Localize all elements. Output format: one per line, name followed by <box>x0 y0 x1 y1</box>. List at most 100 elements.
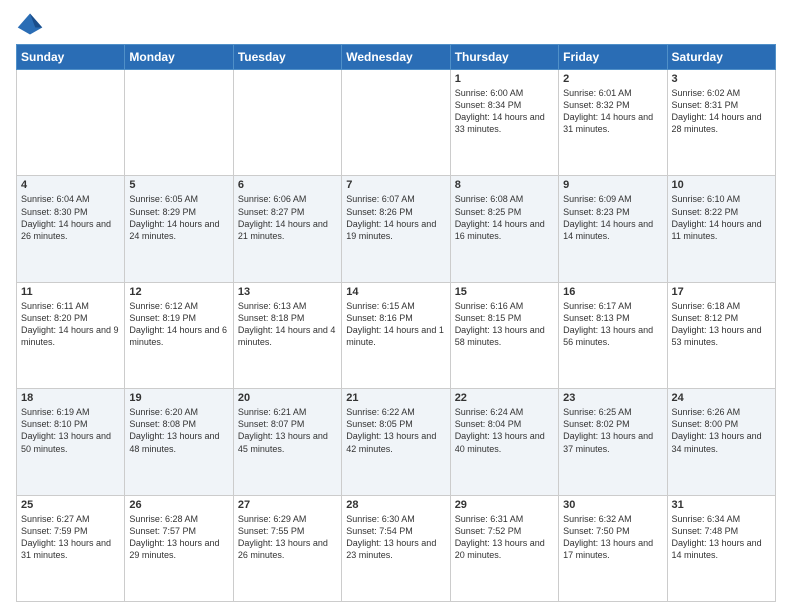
cell-info: Sunrise: 6:12 AM Sunset: 8:19 PM Dayligh… <box>129 300 228 349</box>
cell-day-number: 5 <box>129 179 228 191</box>
calendar-cell: 19Sunrise: 6:20 AM Sunset: 8:08 PM Dayli… <box>125 389 233 495</box>
cell-day-number: 21 <box>346 392 445 404</box>
cell-day-number: 19 <box>129 392 228 404</box>
calendar-cell: 3 Sunrise: 6:02 AM Sunset: 8:31 PM Daylig… <box>667 70 775 176</box>
calendar-cell: 29 Sunrise: 6:31 AM Sunset: 7:52 PM Dayli… <box>450 495 558 601</box>
cell-day-number: 4 <box>21 179 120 191</box>
cell-day-number: 22 <box>455 392 554 404</box>
calendar-cell: 11 Sunrise: 6:11 AM Sunset: 8:20 PM Dayli… <box>17 282 125 388</box>
cell-day-number: 28 <box>346 499 445 511</box>
calendar-cell: 26 Sunrise: 6:28 AM Sunset: 7:57 PM Dayli… <box>125 495 233 601</box>
cell-info: Sunrise: 6:00 AM Sunset: 8:34 PM Dayligh… <box>455 87 554 136</box>
calendar-cell: 27 Sunrise: 6:29 AM Sunset: 7:55 PM Dayli… <box>233 495 341 601</box>
calendar-cell: 23 Sunrise: 6:25 AM Sunset: 8:02 PM Dayli… <box>559 389 667 495</box>
cell-day-number: 23 <box>563 392 662 404</box>
cell-day-number: 24 <box>672 392 771 404</box>
cell-info: Sunrise: 6:18 AM Sunset: 8:12 PM Dayligh… <box>672 300 771 349</box>
cell-info: Sunrise: 6:32 AM Sunset: 7:50 PM Dayligh… <box>563 513 662 562</box>
cell-day-number: 29 <box>455 499 554 511</box>
cell-info: Sunrise: 6:34 AM Sunset: 7:48 PM Dayligh… <box>672 513 771 562</box>
weekday-header-thursday: Thursday <box>450 45 558 70</box>
calendar-cell: 2Sunrise: 6:01 AM Sunset: 8:32 PM Daylig… <box>559 70 667 176</box>
cell-day-number: 25 <box>21 499 120 511</box>
cell-info: Sunrise: 6:19 AM Sunset: 8:10 PM Dayligh… <box>21 406 120 455</box>
cell-info: Sunrise: 6:25 AM Sunset: 8:02 PM Dayligh… <box>563 406 662 455</box>
weekday-header-tuesday: Tuesday <box>233 45 341 70</box>
cell-day-number: 8 <box>455 179 554 191</box>
cell-day-number: 7 <box>346 179 445 191</box>
cell-info: Sunrise: 6:26 AM Sunset: 8:00 PM Dayligh… <box>672 406 771 455</box>
calendar-table: SundayMondayTuesdayWednesdayThursdayFrid… <box>16 44 776 602</box>
calendar-cell: 30 Sunrise: 6:32 AM Sunset: 7:50 PM Dayli… <box>559 495 667 601</box>
cell-info: Sunrise: 6:24 AM Sunset: 8:04 PM Dayligh… <box>455 406 554 455</box>
calendar-cell <box>342 70 450 176</box>
weekday-header-saturday: Saturday <box>667 45 775 70</box>
cell-info: Sunrise: 6:09 AM Sunset: 8:23 PM Dayligh… <box>563 193 662 242</box>
calendar-cell: 1Sunrise: 6:00 AM Sunset: 8:34 PM Daylig… <box>450 70 558 176</box>
cell-info: Sunrise: 6:31 AM Sunset: 7:52 PM Dayligh… <box>455 513 554 562</box>
cell-info: Sunrise: 6:04 AM Sunset: 8:30 PM Dayligh… <box>21 193 120 242</box>
calendar-cell: 28 Sunrise: 6:30 AM Sunset: 7:54 PM Dayli… <box>342 495 450 601</box>
cell-day-number: 9 <box>563 179 662 191</box>
cell-day-number: 3 <box>672 73 771 85</box>
calendar-cell: 9 Sunrise: 6:09 AM Sunset: 8:23 PM Daylig… <box>559 176 667 282</box>
header <box>16 10 776 38</box>
calendar-cell: 24 Sunrise: 6:26 AM Sunset: 8:00 PM Dayli… <box>667 389 775 495</box>
cell-info: Sunrise: 6:16 AM Sunset: 8:15 PM Dayligh… <box>455 300 554 349</box>
cell-info: Sunrise: 6:10 AM Sunset: 8:22 PM Dayligh… <box>672 193 771 242</box>
cell-day-number: 10 <box>672 179 771 191</box>
cell-info: Sunrise: 6:13 AM Sunset: 8:18 PM Dayligh… <box>238 300 337 349</box>
cell-info: Sunrise: 6:29 AM Sunset: 7:55 PM Dayligh… <box>238 513 337 562</box>
calendar-cell: 20 Sunrise: 6:21 AM Sunset: 8:07 PM Dayli… <box>233 389 341 495</box>
cell-info: Sunrise: 6:11 AM Sunset: 8:20 PM Dayligh… <box>21 300 120 349</box>
cell-info: Sunrise: 6:15 AM Sunset: 8:16 PM Dayligh… <box>346 300 445 349</box>
calendar-cell: 12Sunrise: 6:12 AM Sunset: 8:19 PM Dayli… <box>125 282 233 388</box>
cell-info: Sunrise: 6:30 AM Sunset: 7:54 PM Dayligh… <box>346 513 445 562</box>
cell-day-number: 13 <box>238 286 337 298</box>
calendar-cell: 13 Sunrise: 6:13 AM Sunset: 8:18 PM Dayli… <box>233 282 341 388</box>
cell-day-number: 18 <box>21 392 120 404</box>
cell-info: Sunrise: 6:22 AM Sunset: 8:05 PM Dayligh… <box>346 406 445 455</box>
calendar-cell: 21 Sunrise: 6:22 AM Sunset: 8:05 PM Dayli… <box>342 389 450 495</box>
cell-info: Sunrise: 6:28 AM Sunset: 7:57 PM Dayligh… <box>129 513 228 562</box>
calendar-cell: 22 Sunrise: 6:24 AM Sunset: 8:04 PM Dayli… <box>450 389 558 495</box>
cell-info: Sunrise: 6:17 AM Sunset: 8:13 PM Dayligh… <box>563 300 662 349</box>
cell-day-number: 17 <box>672 286 771 298</box>
weekday-header-friday: Friday <box>559 45 667 70</box>
cell-info: Sunrise: 6:27 AM Sunset: 7:59 PM Dayligh… <box>21 513 120 562</box>
calendar-cell: 17 Sunrise: 6:18 AM Sunset: 8:12 PM Dayli… <box>667 282 775 388</box>
cell-info: Sunrise: 6:02 AM Sunset: 8:31 PM Dayligh… <box>672 87 771 136</box>
cell-day-number: 27 <box>238 499 337 511</box>
calendar-cell: 4 Sunrise: 6:04 AM Sunset: 8:30 PM Daylig… <box>17 176 125 282</box>
calendar-cell: 7 Sunrise: 6:07 AM Sunset: 8:26 PM Daylig… <box>342 176 450 282</box>
cell-info: Sunrise: 6:07 AM Sunset: 8:26 PM Dayligh… <box>346 193 445 242</box>
cell-day-number: 26 <box>129 499 228 511</box>
page: SundayMondayTuesdayWednesdayThursdayFrid… <box>0 0 792 612</box>
cell-info: Sunrise: 6:08 AM Sunset: 8:25 PM Dayligh… <box>455 193 554 242</box>
calendar-cell <box>125 70 233 176</box>
cell-info: Sunrise: 6:06 AM Sunset: 8:27 PM Dayligh… <box>238 193 337 242</box>
cell-info: Sunrise: 6:05 AM Sunset: 8:29 PM Dayligh… <box>129 193 228 242</box>
calendar-cell: 8 Sunrise: 6:08 AM Sunset: 8:25 PM Daylig… <box>450 176 558 282</box>
calendar-cell: 5 Sunrise: 6:05 AM Sunset: 8:29 PM Daylig… <box>125 176 233 282</box>
cell-day-number: 15 <box>455 286 554 298</box>
cell-day-number: 31 <box>672 499 771 511</box>
cell-day-number: 16 <box>563 286 662 298</box>
calendar-cell: 15 Sunrise: 6:16 AM Sunset: 8:15 PM Dayli… <box>450 282 558 388</box>
cell-day-number: 14 <box>346 286 445 298</box>
calendar-cell: 10 Sunrise: 6:10 AM Sunset: 8:22 PM Dayli… <box>667 176 775 282</box>
cell-day-number: 20 <box>238 392 337 404</box>
calendar-cell: 25 Sunrise: 6:27 AM Sunset: 7:59 PM Dayli… <box>17 495 125 601</box>
calendar-cell: 14 Sunrise: 6:15 AM Sunset: 8:16 PM Dayli… <box>342 282 450 388</box>
calendar-cell: 16 Sunrise: 6:17 AM Sunset: 8:13 PM Dayli… <box>559 282 667 388</box>
logo <box>16 10 48 38</box>
logo-icon <box>16 10 44 38</box>
cell-day-number: 30 <box>563 499 662 511</box>
calendar-cell: 31 Sunrise: 6:34 AM Sunset: 7:48 PM Dayli… <box>667 495 775 601</box>
calendar-cell <box>233 70 341 176</box>
cell-day-number: 11 <box>21 286 120 298</box>
calendar-cell <box>17 70 125 176</box>
weekday-header-monday: Monday <box>125 45 233 70</box>
weekday-header-sunday: Sunday <box>17 45 125 70</box>
cell-info: Sunrise: 6:21 AM Sunset: 8:07 PM Dayligh… <box>238 406 337 455</box>
